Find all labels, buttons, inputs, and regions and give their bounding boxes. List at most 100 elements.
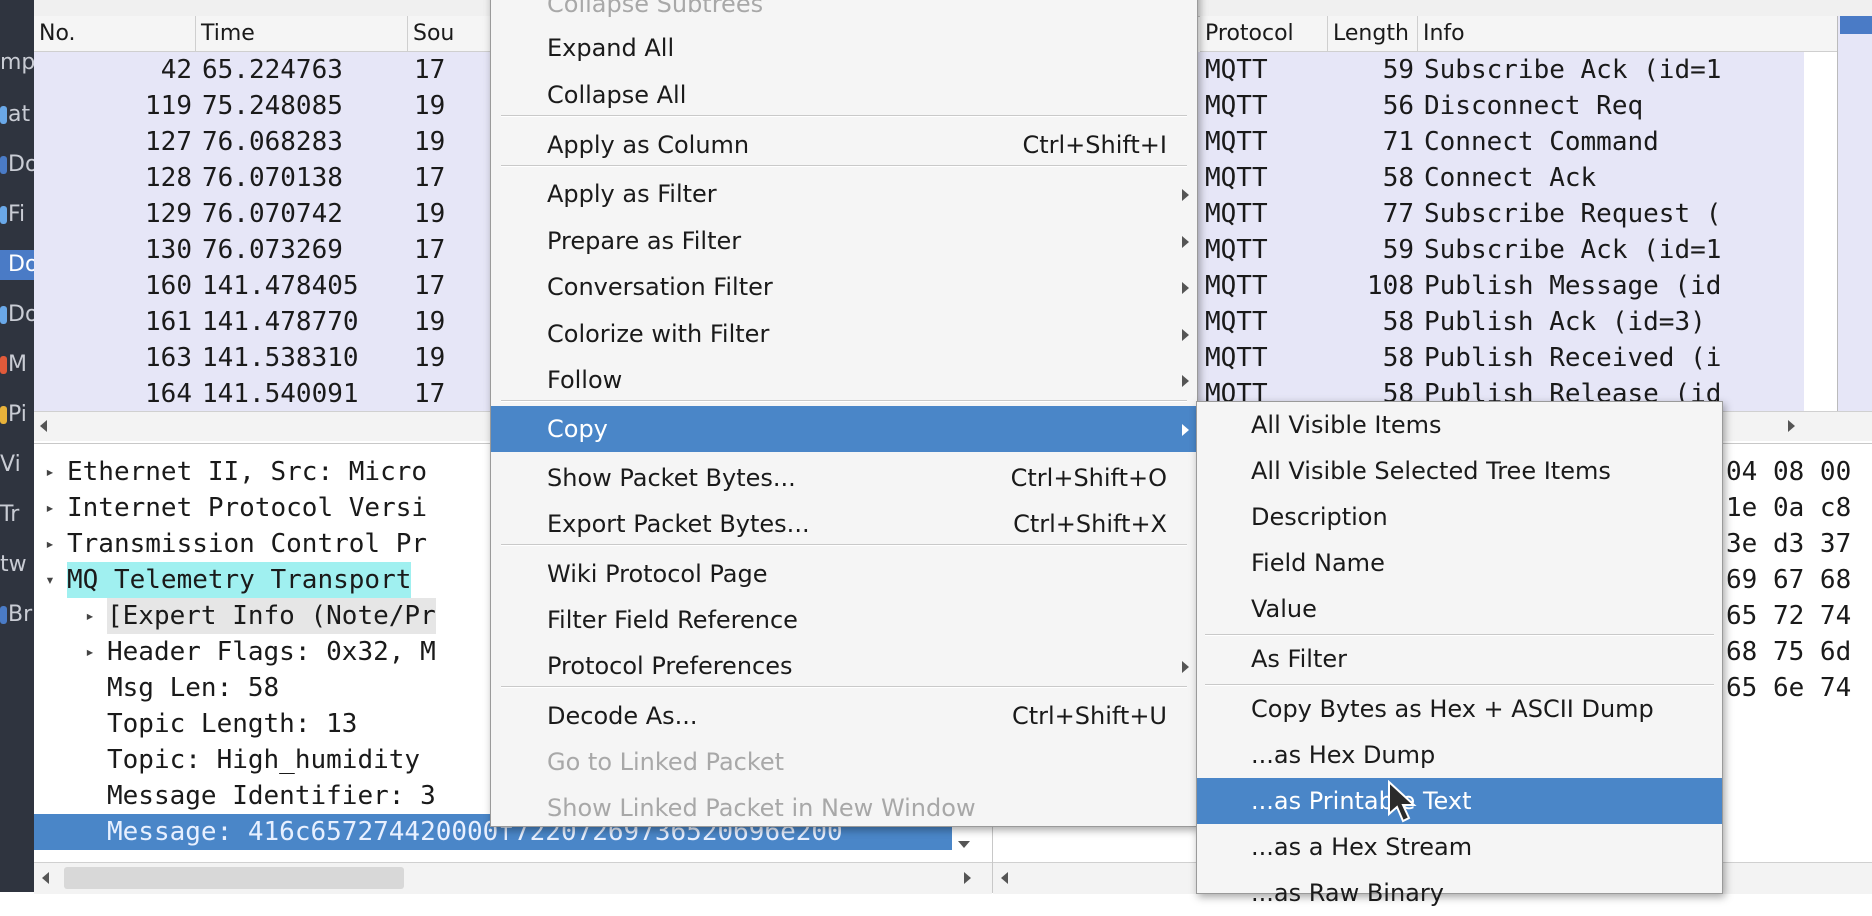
submenu-item-all-visible-items[interactable]: All Visible Items [1197,402,1722,448]
menu-item-filter-field-reference[interactable]: Filter Field Reference [491,597,1197,643]
launcher-item[interactable]: Do [0,150,34,180]
submenu-item-as-printable-text[interactable]: ...as Printable Text [1197,778,1722,824]
scroll-right-arrow-icon[interactable] [964,872,971,884]
launcher-item[interactable]: tw [0,550,34,580]
scroll-down-arrow-icon[interactable] [958,841,970,848]
submenu-item-as-raw-binary[interactable]: ...as Raw Binary [1197,870,1722,916]
menu-item-apply-as-column[interactable]: Apply as Column Ctrl+Shift+I [491,122,1197,168]
launcher-item[interactable]: Br [0,600,34,630]
hex-row[interactable]: 04 08 00 [1726,454,1851,490]
launcher-item[interactable]: mp [0,48,34,78]
details-hscrollbar[interactable] [34,862,992,894]
submenu-item-label: ...as Hex Dump [1251,741,1436,769]
column-header-info[interactable]: Info [1418,16,1838,52]
menu-separator [501,115,1187,117]
launcher-item-label: Pi [8,402,27,427]
minimap-handle[interactable] [1840,16,1872,34]
launcher-item[interactable]: Pi [0,400,34,430]
copy-submenu[interactable]: All Visible Items All Visible Selected Tr… [1196,401,1723,907]
submenu-item-as-hex-dump[interactable]: ...as Hex Dump [1197,732,1722,778]
launcher-app-icon [0,156,7,174]
launcher-item[interactable]: Do [0,250,34,280]
column-header-no[interactable]: No. [34,16,196,52]
submenu-item-as-a-hex-stream[interactable]: ...as a Hex Stream [1197,824,1722,870]
menu-item-apply-as-filter[interactable]: Apply as Filter [491,171,1197,217]
detail-row-text: Internet Protocol Versi [67,493,428,523]
launcher-item[interactable]: Vi [0,450,34,480]
menu-item-conversation-filter[interactable]: Conversation Filter [491,264,1197,310]
launcher-item[interactable]: at [0,100,34,130]
scroll-left-arrow-icon[interactable] [1001,872,1008,884]
menu-item-label: Export Packet Bytes... [547,510,810,538]
menu-item-go-to-linked-packet[interactable]: Go to Linked Packet [491,739,1197,785]
launcher-item[interactable]: Fi [0,200,34,230]
submenu-item-label: Value [1251,595,1317,623]
detail-row-text: Header Flags: 0x32, M [107,637,436,667]
submenu-item-label: ...as Printable Text [1251,787,1472,815]
launcher-item[interactable]: Do [0,300,34,330]
launcher-item-label: Vi [0,452,21,477]
collapsed-arrow-icon[interactable]: ▸ [40,490,60,526]
submenu-item-all-visible-selected-tree-items[interactable]: All Visible Selected Tree Items [1197,448,1722,494]
collapsed-arrow-icon[interactable]: ▸ [40,526,60,562]
launcher-item[interactable]: M [0,350,34,380]
hex-row[interactable]: 69 67 68 [1726,562,1851,598]
menu-item-wiki-protocol-page[interactable]: Wiki Protocol Page [491,551,1197,597]
detail-row-text: Message Identifier: 3 [107,781,436,811]
menu-item-collapse-all[interactable]: Collapse All [491,72,1197,118]
menu-item-shortcut: Ctrl+Shift+U [1011,702,1167,730]
submenu-item-field-name[interactable]: Field Name [1197,540,1722,586]
column-header-protocol[interactable]: Protocol [1200,16,1328,52]
column-header-length[interactable]: Length [1328,16,1418,52]
context-menu[interactable]: Collapse Subtrees Expand All Collapse All A… [490,0,1198,827]
submenu-item-as-filter[interactable]: As Filter [1197,636,1722,682]
hex-row[interactable]: 3e d3 37 [1726,526,1851,562]
menu-item-label: Prepare as Filter [547,227,742,255]
menu-item-protocol-preferences[interactable]: Protocol Preferences [491,643,1197,689]
submenu-item-label: All Visible Selected Tree Items [1251,457,1611,485]
scroll-left-arrow-icon[interactable] [40,420,47,432]
submenu-arrow-icon [1182,236,1189,248]
menu-item-follow[interactable]: Follow [491,357,1197,403]
packet-minimap[interactable] [1837,16,1872,414]
packet-cell-no: 164 [145,379,192,409]
menu-item-copy[interactable]: Copy [491,406,1197,452]
menu-item-prepare-as-filter[interactable]: Prepare as Filter [491,218,1197,264]
collapsed-arrow-icon[interactable]: ▸ [80,634,100,670]
detail-row-text: Transmission Control Pr [67,529,428,559]
submenu-item-description[interactable]: Description [1197,494,1722,540]
submenu-item-copy-bytes-as-hex-ascii-dump[interactable]: Copy Bytes as Hex + ASCII Dump [1197,686,1722,732]
launcher-app-icon [0,306,7,324]
hex-row[interactable]: 65 72 74 [1726,598,1851,634]
launcher-item-label: at [8,102,31,127]
submenu-item-value[interactable]: Value [1197,586,1722,632]
menu-item-shortcut: Ctrl+Shift+I [1022,131,1167,159]
scroll-right-arrow-icon[interactable] [1788,420,1795,432]
hex-row[interactable]: 68 75 6d [1726,634,1851,670]
expanded-arrow-icon[interactable]: ▾ [40,562,60,598]
collapsed-arrow-icon[interactable]: ▸ [80,598,100,634]
collapsed-arrow-icon[interactable]: ▸ [40,454,60,490]
menu-item-expand-all[interactable]: Expand All [491,25,1197,71]
menu-item-label: Decode As... [547,702,698,730]
hex-row[interactable]: 65 6e 74 [1726,670,1851,706]
submenu-arrow-icon [1182,329,1189,341]
menu-item-show-linked-packet-in-new-window[interactable]: Show Linked Packet in New Window [491,785,1197,831]
packet-cell-protocol: MQTT [1205,235,1268,265]
menu-item-show-packet-bytes[interactable]: Show Packet Bytes... Ctrl+Shift+O [491,455,1197,501]
packet-cell-time: 75.248085 [202,91,343,121]
launcher-item[interactable]: Tr [0,500,34,530]
packet-cell-protocol: MQTT [1205,199,1268,229]
column-header-time[interactable]: Time [196,16,408,52]
menu-item-export-packet-bytes[interactable]: Export Packet Bytes... Ctrl+Shift+X [491,501,1197,547]
menu-item-decode-as[interactable]: Decode As... Ctrl+Shift+U [491,693,1197,739]
launcher-item-label: Br [8,602,33,627]
menu-item-collapse-subtrees[interactable]: Collapse Subtrees [491,0,1197,27]
menu-item-colorize-with-filter[interactable]: Colorize with Filter [491,311,1197,357]
scroll-thumb[interactable] [64,867,404,889]
submenu-item-label: ...as a Hex Stream [1251,833,1473,861]
menu-item-label: Collapse Subtrees [547,0,764,18]
packet-cell-time: 65.224763 [202,55,343,85]
scroll-left-arrow-icon[interactable] [42,872,49,884]
hex-row[interactable]: 1e 0a c8 [1726,490,1851,526]
